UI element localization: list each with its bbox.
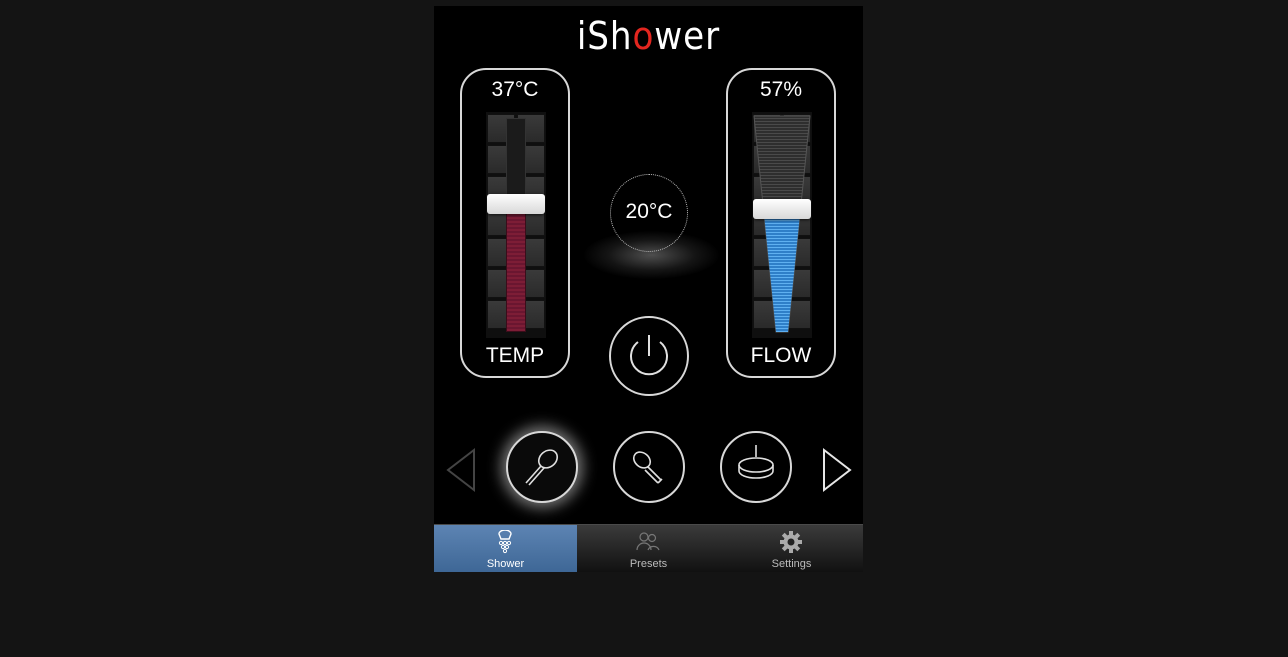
title-prefix: iSh — [576, 14, 633, 58]
chevron-right-icon — [823, 447, 852, 493]
flow-slider-thumb[interactable] — [753, 198, 811, 219]
shower-head-angled-button[interactable] — [613, 431, 685, 503]
flow-panel: 57% FLOW — [726, 68, 836, 378]
shower-icon — [498, 530, 512, 554]
temp-slider[interactable] — [486, 112, 546, 338]
tab-settings[interactable]: Settings — [720, 525, 863, 572]
flow-slider-wedge — [753, 115, 811, 333]
tab-bar: Shower Presets Settings — [434, 524, 863, 572]
temp-panel: 37°C TEMP — [460, 68, 570, 378]
tab-presets[interactable]: Presets — [577, 525, 720, 572]
title-accent: o — [632, 14, 655, 58]
ambient-temp-value: 20°C — [625, 200, 673, 223]
title-suffix: wer — [654, 14, 721, 58]
next-head-arrow[interactable] — [820, 446, 854, 494]
flow-label: FLOW — [750, 344, 812, 367]
temp-slider-fill — [506, 203, 526, 332]
users-icon — [636, 532, 660, 551]
tab-settings-label: Settings — [771, 558, 812, 570]
angled-shower-icon — [632, 451, 663, 484]
tab-presets-label: Presets — [629, 558, 668, 570]
tab-shower-label: Shower — [486, 558, 525, 570]
ishower-app: iShower 37°C TEMP 57% FLOW 20°C Shower P… — [434, 6, 863, 572]
temp-label: TEMP — [485, 344, 545, 367]
power-button[interactable] — [609, 316, 689, 396]
temp-slider-thumb[interactable] — [487, 193, 545, 214]
flow-value: 57% — [759, 78, 803, 101]
previous-head-arrow[interactable] — [444, 446, 478, 494]
handheld-shower-icon — [525, 449, 559, 486]
shower-head-overhead-button[interactable] — [720, 431, 792, 503]
temp-value: 37°C — [491, 78, 539, 101]
overhead-shower-icon — [738, 445, 774, 479]
power-icon — [630, 335, 668, 376]
app-title: iShower — [455, 14, 841, 58]
shower-head-handheld-button[interactable] — [506, 431, 578, 503]
gear-icon — [780, 531, 802, 553]
chevron-left-icon — [446, 447, 475, 493]
tab-shower[interactable]: Shower — [434, 525, 577, 572]
flow-slider[interactable] — [752, 112, 812, 338]
